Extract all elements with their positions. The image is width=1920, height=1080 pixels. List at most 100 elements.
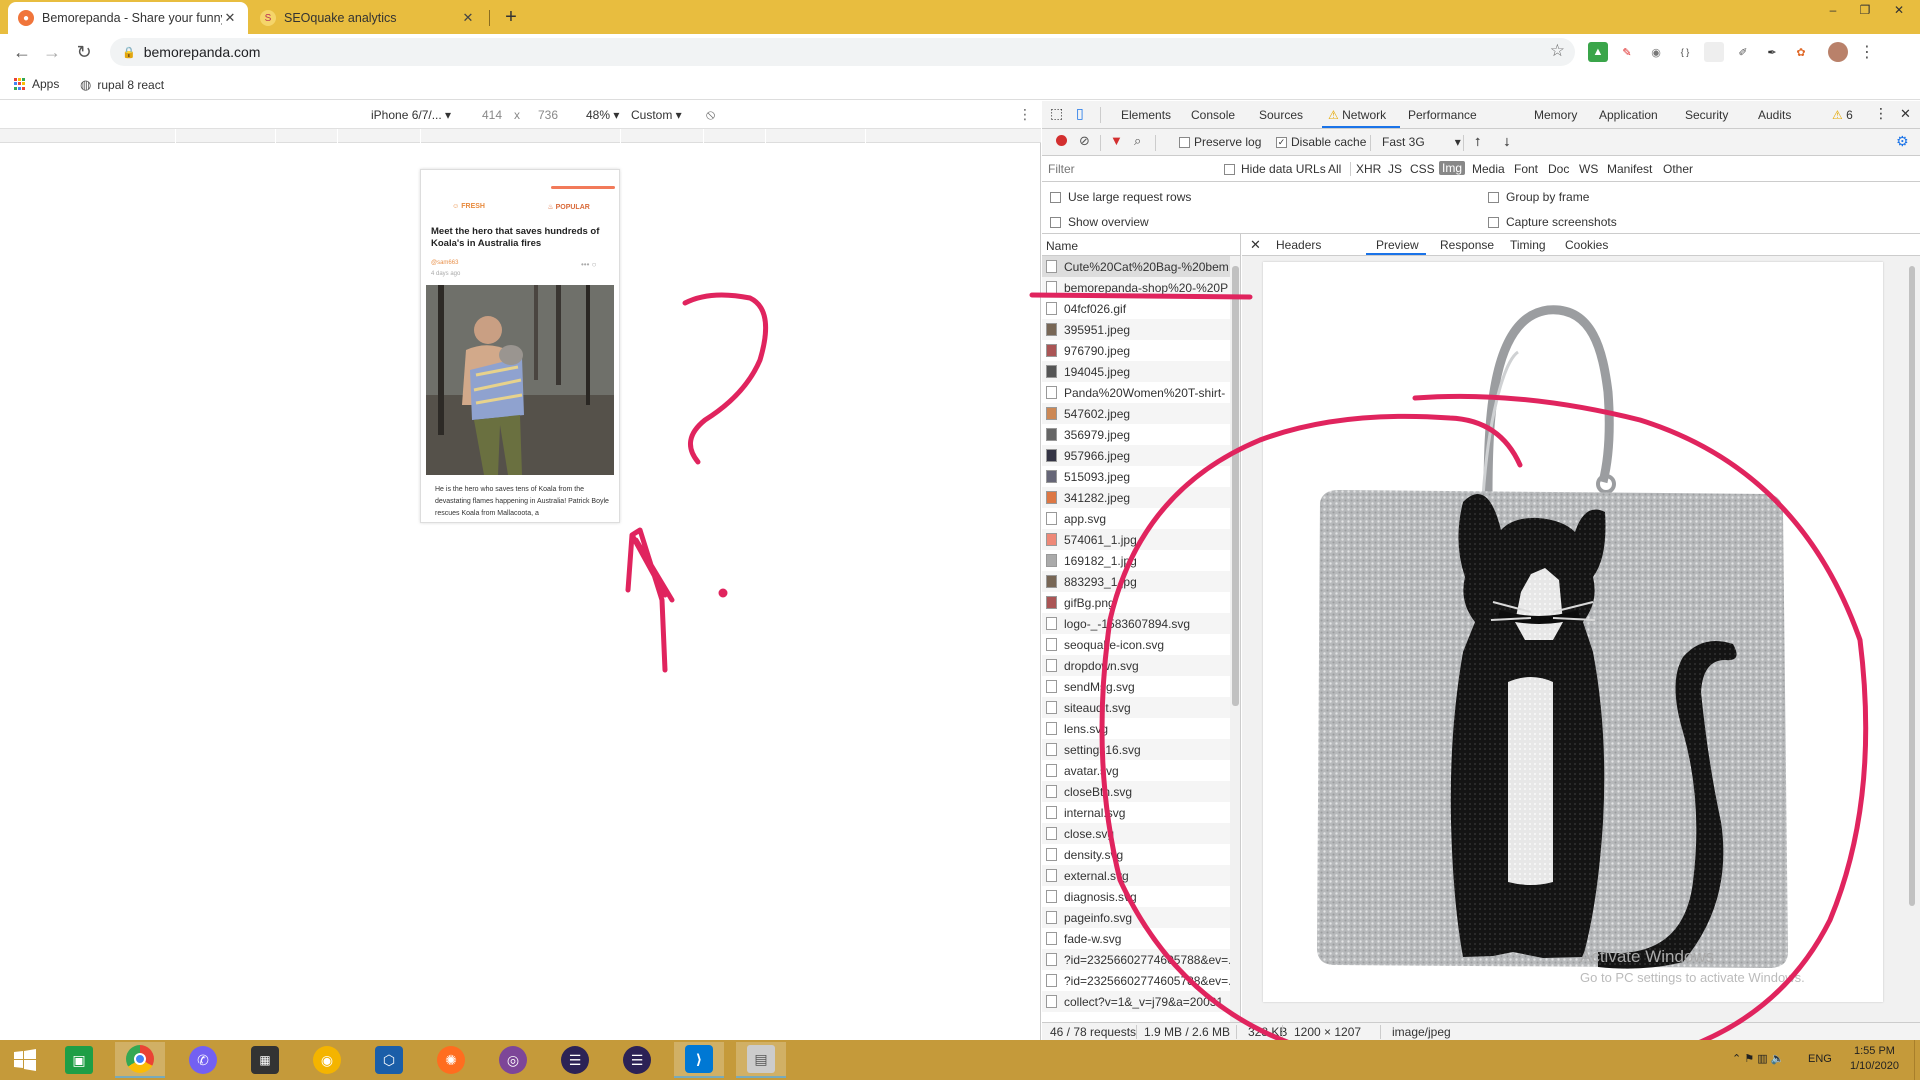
request-row[interactable]: external.svg xyxy=(1042,865,1230,886)
chrome-app[interactable] xyxy=(115,1042,165,1078)
disable-cache-checkbox[interactable]: ✓ Disable cache xyxy=(1276,135,1366,149)
virtualbox-app[interactable]: ⬡ xyxy=(364,1042,414,1078)
preserve-log-checkbox[interactable]: Preserve log xyxy=(1179,135,1261,149)
request-list-scrollbar[interactable] xyxy=(1230,256,1240,1022)
request-row[interactable]: bemorepanda-shop%20-%20P xyxy=(1042,277,1230,298)
request-row[interactable]: 976790.jpeg xyxy=(1042,340,1230,361)
reload-icon[interactable]: ↻ xyxy=(72,40,96,64)
restore-button[interactable]: ❐ xyxy=(1850,0,1880,20)
show-overview-checkbox[interactable]: Show overview xyxy=(1050,215,1149,229)
request-row[interactable]: fade-w.svg xyxy=(1042,928,1230,949)
filter-icon[interactable]: ▼ xyxy=(1110,133,1123,148)
request-row[interactable]: 169182_1.jpg xyxy=(1042,550,1230,571)
browser-tab-seoquake[interactable]: S SEOquake analytics ✕ xyxy=(250,2,486,34)
extension-blank-icon[interactable] xyxy=(1704,42,1724,62)
hide-data-urls-checkbox[interactable]: Hide data URLs xyxy=(1224,162,1326,176)
tab-fresh[interactable]: ☺ FRESH xyxy=(452,203,485,211)
tab-console[interactable]: Console xyxy=(1191,108,1235,122)
tab-memory[interactable]: Memory xyxy=(1534,108,1577,122)
request-row[interactable]: 883293_1.jpg xyxy=(1042,571,1230,592)
large-rows-checkbox[interactable]: Use large request rows xyxy=(1050,190,1191,204)
request-row[interactable]: settings16.svg xyxy=(1042,739,1230,760)
request-row[interactable]: Cute%20Cat%20Bag-%20bem xyxy=(1042,256,1230,277)
request-row[interactable]: Panda%20Women%20T-shirt- xyxy=(1042,382,1230,403)
request-row[interactable]: lens.svg xyxy=(1042,718,1230,739)
language-indicator[interactable]: ENG xyxy=(1808,1053,1832,1065)
request-row[interactable]: 574061_1.jpg xyxy=(1042,529,1230,550)
request-row[interactable]: 194045.jpeg xyxy=(1042,361,1230,382)
tab-timing[interactable]: Timing xyxy=(1510,238,1546,252)
inspect-element-icon[interactable]: ⬚ xyxy=(1050,105,1063,122)
system-tray[interactable]: ⌃ ⚑ ▥ 🔈 xyxy=(1732,1052,1784,1065)
flag-icon[interactable]: ⚑ xyxy=(1744,1053,1754,1065)
article-author[interactable]: @sam663 xyxy=(431,260,458,266)
avatar[interactable] xyxy=(1828,42,1848,62)
eyedropper-icon[interactable]: ✐ xyxy=(1733,42,1753,62)
close-window-button[interactable]: ✕ xyxy=(1884,0,1914,20)
feather-icon[interactable]: ✒ xyxy=(1762,42,1782,62)
network-settings-icon[interactable]: ⚙ xyxy=(1896,133,1909,150)
height-input[interactable]: 736 xyxy=(538,108,558,122)
bookmark-apps[interactable]: Apps xyxy=(14,77,59,91)
close-tab-icon[interactable]: ✕ xyxy=(460,10,476,26)
viber-app[interactable]: ✆ xyxy=(178,1042,228,1078)
show-desktop-button[interactable] xyxy=(1914,1040,1920,1080)
request-row[interactable]: gifBg.png xyxy=(1042,592,1230,613)
request-row[interactable]: collect?v=1&_v=j79&a=20031 xyxy=(1042,991,1230,1012)
devtools-menu-icon[interactable]: ⋮ xyxy=(1874,105,1888,122)
request-row[interactable]: 515093.jpeg xyxy=(1042,466,1230,487)
request-row[interactable]: seoquake-icon.svg xyxy=(1042,634,1230,655)
close-tab-icon[interactable]: ✕ xyxy=(222,10,238,26)
width-input[interactable]: 414 xyxy=(482,108,502,122)
scroll-thumb[interactable] xyxy=(1909,266,1915,906)
forward-arrow-icon[interactable]: → xyxy=(40,40,64,64)
tab-cookies[interactable]: Cookies xyxy=(1565,238,1608,252)
extension-pen-icon[interactable]: ✎ xyxy=(1617,42,1637,62)
close-details-icon[interactable]: ✕ xyxy=(1250,237,1261,253)
request-row[interactable]: diagnosis.svg xyxy=(1042,886,1230,907)
tab-preview[interactable]: Preview xyxy=(1376,238,1419,252)
tab-security[interactable]: Security xyxy=(1685,108,1728,122)
device-menu-icon[interactable]: ⋮ xyxy=(1018,106,1032,123)
throttling-select[interactable]: Fast 3G ▾ xyxy=(1382,135,1461,149)
filter-all[interactable]: All xyxy=(1328,162,1341,176)
search-icon[interactable]: ⌕ xyxy=(1134,133,1141,149)
chrome-canary-app[interactable]: ◉ xyxy=(302,1042,352,1078)
extension-green-icon[interactable]: ▲ xyxy=(1588,42,1608,62)
request-row[interactable]: 957966.jpeg xyxy=(1042,445,1230,466)
filter-media[interactable]: Media xyxy=(1472,162,1505,176)
bookmark-star-icon[interactable]: ☆ xyxy=(1550,41,1565,61)
filter-input[interactable] xyxy=(1048,160,1208,178)
name-column-header[interactable]: Name xyxy=(1042,234,1240,256)
tab-elements[interactable]: Elements xyxy=(1121,108,1171,122)
rubik-app[interactable]: ▦ xyxy=(240,1042,290,1078)
network-icon[interactable]: ▥ xyxy=(1757,1053,1767,1065)
request-row[interactable]: 356979.jpeg xyxy=(1042,424,1230,445)
address-bar[interactable]: 🔒 bemorepanda.com ☆ xyxy=(110,38,1575,66)
firefox-app[interactable]: ✺ xyxy=(426,1042,476,1078)
device-toggle-icon[interactable]: ▯ xyxy=(1076,105,1084,122)
new-tab-button[interactable]: + xyxy=(498,4,524,30)
device-select[interactable]: iPhone 6/7/... ▾ xyxy=(371,108,451,122)
tab-response[interactable]: Response xyxy=(1440,238,1494,252)
filter-manifest[interactable]: Manifest xyxy=(1607,162,1652,176)
clear-icon[interactable]: ⊘ xyxy=(1079,133,1090,149)
json-icon[interactable]: { } xyxy=(1675,42,1695,62)
tab-popular[interactable]: ♨ POPULAR xyxy=(547,203,589,211)
request-row[interactable]: density.svg xyxy=(1042,844,1230,865)
zoom-select[interactable]: 48% ▾ xyxy=(586,108,619,122)
photos-app[interactable]: ▤ xyxy=(736,1042,786,1078)
back-arrow-icon[interactable]: ← xyxy=(10,40,34,64)
preview-scrollbar[interactable] xyxy=(1906,256,1918,1022)
throttle-select[interactable]: Custom ▾ xyxy=(631,108,682,122)
kebab-menu-icon[interactable]: ⋮ xyxy=(1857,42,1877,62)
import-har-icon[interactable]: ⭡ xyxy=(1475,135,1481,150)
filter-js[interactable]: JS xyxy=(1388,162,1402,176)
eclipse-2-app[interactable]: ☰ xyxy=(612,1042,662,1078)
request-row[interactable]: 341282.jpeg xyxy=(1042,487,1230,508)
request-row[interactable]: dropdown.svg xyxy=(1042,655,1230,676)
request-row[interactable]: logo-_-1583607894.svg xyxy=(1042,613,1230,634)
tab-audits[interactable]: Audits xyxy=(1758,108,1791,122)
request-row[interactable]: siteaudit.svg xyxy=(1042,697,1230,718)
bookmark-rupal[interactable]: ◍ rupal 8 react xyxy=(80,77,164,93)
